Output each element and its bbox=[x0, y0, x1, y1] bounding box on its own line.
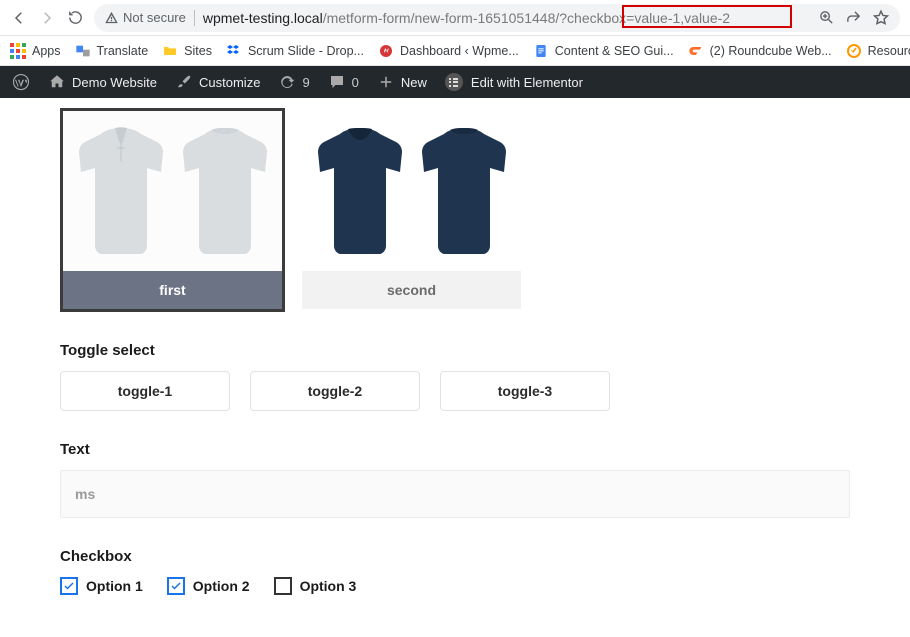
checkbox-label: Option 1 bbox=[86, 578, 143, 594]
text-input[interactable]: ms bbox=[60, 470, 850, 518]
apps-label: Apps bbox=[32, 44, 61, 58]
bookmark-dashboard[interactable]: Dashboard ‹ Wpme... bbox=[378, 43, 519, 59]
wp-new[interactable]: New bbox=[377, 73, 427, 91]
page-content: first second Toggle select toggle-1 togg… bbox=[0, 98, 910, 595]
zoom-icon[interactable] bbox=[818, 9, 835, 26]
tshirt-front-icon bbox=[310, 126, 410, 256]
option-image bbox=[302, 111, 521, 271]
wp-updates[interactable]: 9 bbox=[278, 73, 309, 91]
wp-comments[interactable]: 0 bbox=[328, 73, 359, 91]
updates-count: 9 bbox=[302, 75, 309, 90]
bookmark-label: Translate bbox=[97, 44, 149, 58]
elementor-icon bbox=[445, 73, 463, 91]
checkbox-box bbox=[167, 577, 185, 595]
option-image bbox=[63, 111, 282, 271]
checkbox-option-3[interactable]: Option 3 bbox=[274, 577, 357, 595]
apps-button[interactable]: Apps bbox=[10, 43, 61, 59]
option-label-bar: first bbox=[63, 271, 282, 309]
option-label: first bbox=[159, 282, 185, 298]
updates-icon bbox=[278, 73, 296, 91]
url-path: /metform-form/new-form-1651051448/?check… bbox=[323, 10, 730, 26]
forward-button[interactable] bbox=[38, 9, 56, 27]
option-label-bar: second bbox=[302, 271, 521, 309]
bookmark-sites[interactable]: Sites bbox=[162, 43, 212, 59]
bookmark-seo[interactable]: Content & SEO Gui... bbox=[533, 43, 674, 59]
customize-text: Customize bbox=[199, 75, 260, 90]
polo-front-icon bbox=[71, 126, 171, 256]
text-input-value: ms bbox=[75, 486, 95, 502]
folder-icon bbox=[162, 43, 178, 59]
wp-admin-bar: Demo Website Customize 9 0 New Edit with… bbox=[0, 66, 910, 98]
bookmark-translate[interactable]: Translate bbox=[75, 43, 149, 59]
url-text: wpmet-testing.local/metform-form/new-for… bbox=[203, 10, 730, 26]
bookmark-resource[interactable]: Resource bbox=[846, 43, 910, 59]
wpmet-icon bbox=[378, 43, 394, 59]
polo-back-icon bbox=[175, 126, 275, 256]
url-host: wpmet-testing.local bbox=[203, 10, 323, 26]
bookmarks-bar: Apps Translate Sites Scrum Slide - Drop.… bbox=[0, 36, 910, 66]
image-option-second[interactable]: second bbox=[299, 108, 524, 312]
toggle-label: toggle-3 bbox=[498, 383, 552, 399]
docs-icon bbox=[533, 43, 549, 59]
toggle-option-3[interactable]: toggle-3 bbox=[440, 371, 610, 411]
elementor-text: Edit with Elementor bbox=[471, 75, 583, 90]
bookmark-label: Content & SEO Gui... bbox=[555, 44, 674, 58]
checkbox-option-2[interactable]: Option 2 bbox=[167, 577, 250, 595]
back-button[interactable] bbox=[10, 9, 28, 27]
checkbox-label: Option 3 bbox=[300, 578, 357, 594]
wp-site-name[interactable]: Demo Website bbox=[48, 73, 157, 91]
apps-grid-icon bbox=[10, 43, 26, 59]
cpanel-icon bbox=[688, 43, 704, 59]
plus-icon bbox=[377, 73, 395, 91]
checkbox-group: Option 1 Option 2 Option 3 bbox=[60, 577, 850, 595]
toggle-label: toggle-2 bbox=[308, 383, 362, 399]
checkbox-box bbox=[274, 577, 292, 595]
reload-button[interactable] bbox=[66, 9, 84, 27]
bookmark-scrum[interactable]: Scrum Slide - Drop... bbox=[226, 43, 364, 59]
checkbox-group-label: Checkbox bbox=[60, 548, 850, 565]
address-bar[interactable]: Not secure wpmet-testing.local/metform-f… bbox=[94, 4, 900, 32]
toggle-option-1[interactable]: toggle-1 bbox=[60, 371, 230, 411]
image-select-group: first second bbox=[60, 108, 850, 312]
checkbox-label: Option 2 bbox=[193, 578, 250, 594]
home-icon bbox=[48, 73, 66, 91]
toggle-select-label: Toggle select bbox=[60, 342, 850, 359]
tshirt-back-icon bbox=[414, 126, 514, 256]
checkbox-box bbox=[60, 577, 78, 595]
address-divider bbox=[194, 10, 195, 26]
bookmark-label: Resource bbox=[868, 44, 910, 58]
share-icon[interactable] bbox=[845, 9, 862, 26]
security-indicator[interactable]: Not secure bbox=[104, 10, 186, 25]
browser-toolbar: Not secure wpmet-testing.local/metform-f… bbox=[0, 0, 910, 36]
image-option-first[interactable]: first bbox=[60, 108, 285, 312]
wp-logo[interactable] bbox=[12, 73, 30, 91]
text-field-label: Text bbox=[60, 441, 850, 458]
bookmark-label: (2) Roundcube Web... bbox=[710, 44, 832, 58]
brush-icon bbox=[175, 73, 193, 91]
translate-icon bbox=[75, 43, 91, 59]
wp-edit-elementor[interactable]: Edit with Elementor bbox=[445, 73, 583, 91]
new-text: New bbox=[401, 75, 427, 90]
security-text: Not secure bbox=[123, 10, 186, 25]
bookmark-star-icon[interactable] bbox=[872, 9, 890, 27]
comment-icon bbox=[328, 73, 346, 91]
bookmark-label: Sites bbox=[184, 44, 212, 58]
resource-icon bbox=[846, 43, 862, 59]
toggle-group: toggle-1 toggle-2 toggle-3 bbox=[60, 371, 850, 411]
bookmark-label: Scrum Slide - Drop... bbox=[248, 44, 364, 58]
dropbox-icon bbox=[226, 43, 242, 59]
toggle-option-2[interactable]: toggle-2 bbox=[250, 371, 420, 411]
checkbox-option-1[interactable]: Option 1 bbox=[60, 577, 143, 595]
toggle-label: toggle-1 bbox=[118, 383, 172, 399]
option-label: second bbox=[387, 282, 436, 298]
wp-customize[interactable]: Customize bbox=[175, 73, 260, 91]
comments-count: 0 bbox=[352, 75, 359, 90]
site-name-text: Demo Website bbox=[72, 75, 157, 90]
bookmark-label: Dashboard ‹ Wpme... bbox=[400, 44, 519, 58]
bookmark-roundcube[interactable]: (2) Roundcube Web... bbox=[688, 43, 832, 59]
